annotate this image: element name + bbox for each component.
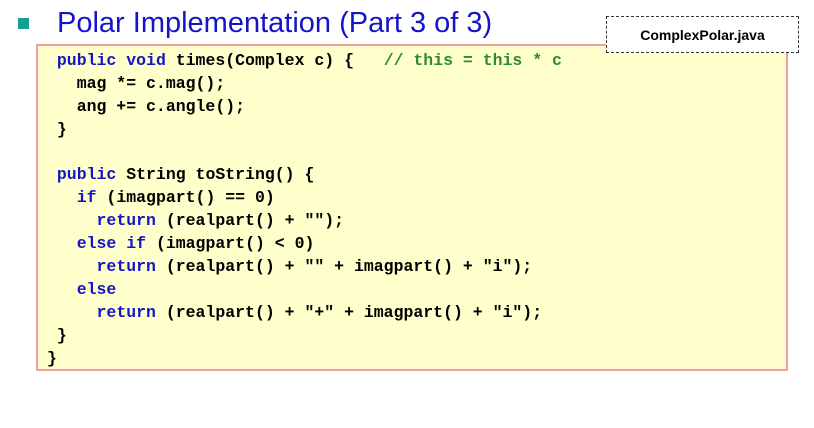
code-line: } [47,119,562,142]
code-keyword: if [126,234,147,254]
code-text: ang += c.angle(); [47,96,246,116]
code-text: } [47,325,67,345]
code-text: } [47,348,57,368]
code-text: (imagpart() == 0) [96,188,275,208]
code-comment: // this = this * c [383,51,562,70]
code-keyword: else [76,234,117,254]
code-text: (realpart() + "+" + imagpart() + "i"); [155,302,543,322]
code-block: public void times(Complex c) { // this =… [47,50,562,370]
code-line: if (imagpart() == 0) [47,187,562,210]
code-line: return (realpart() + ""); [47,210,562,233]
file-name-tag: ComplexPolar.java [606,16,799,53]
code-keyword: void [126,51,166,70]
code-text: times(Complex c) { [165,51,384,70]
code-line: else if (imagpart() < 0) [47,233,562,256]
code-keyword: return [96,211,156,231]
code-line: return (realpart() + "+" + imagpart() + … [47,302,562,325]
code-text: (realpart() + "" + imagpart() + "i"); [155,257,533,277]
code-keyword: else [76,279,117,299]
code-text: (realpart() + ""); [155,211,345,231]
code-line: } [47,348,562,371]
code-text: (imagpart() < 0) [146,234,315,254]
code-line: } [47,325,562,348]
code-keyword: public [56,165,117,185]
title-bullet [18,18,29,29]
code-text: mag *= c.mag(); [47,73,226,93]
code-line: mag *= c.mag(); [47,73,562,96]
code-text: String toString() { [116,165,315,185]
slide-title: Polar Implementation (Part 3 of 3) [57,7,493,39]
code-keyword: if [76,188,97,208]
code-keyword: public [56,51,117,70]
code-line: return (realpart() + "" + imagpart() + "… [47,256,562,279]
code-line: public void times(Complex c) { // this =… [47,50,562,73]
code-keyword: return [96,257,156,277]
code-line: else [47,279,562,302]
code-keyword: return [96,302,156,322]
code-text: } [47,119,67,139]
code-line: ang += c.angle(); [47,96,562,119]
code-line: public String toString() { [47,164,562,187]
